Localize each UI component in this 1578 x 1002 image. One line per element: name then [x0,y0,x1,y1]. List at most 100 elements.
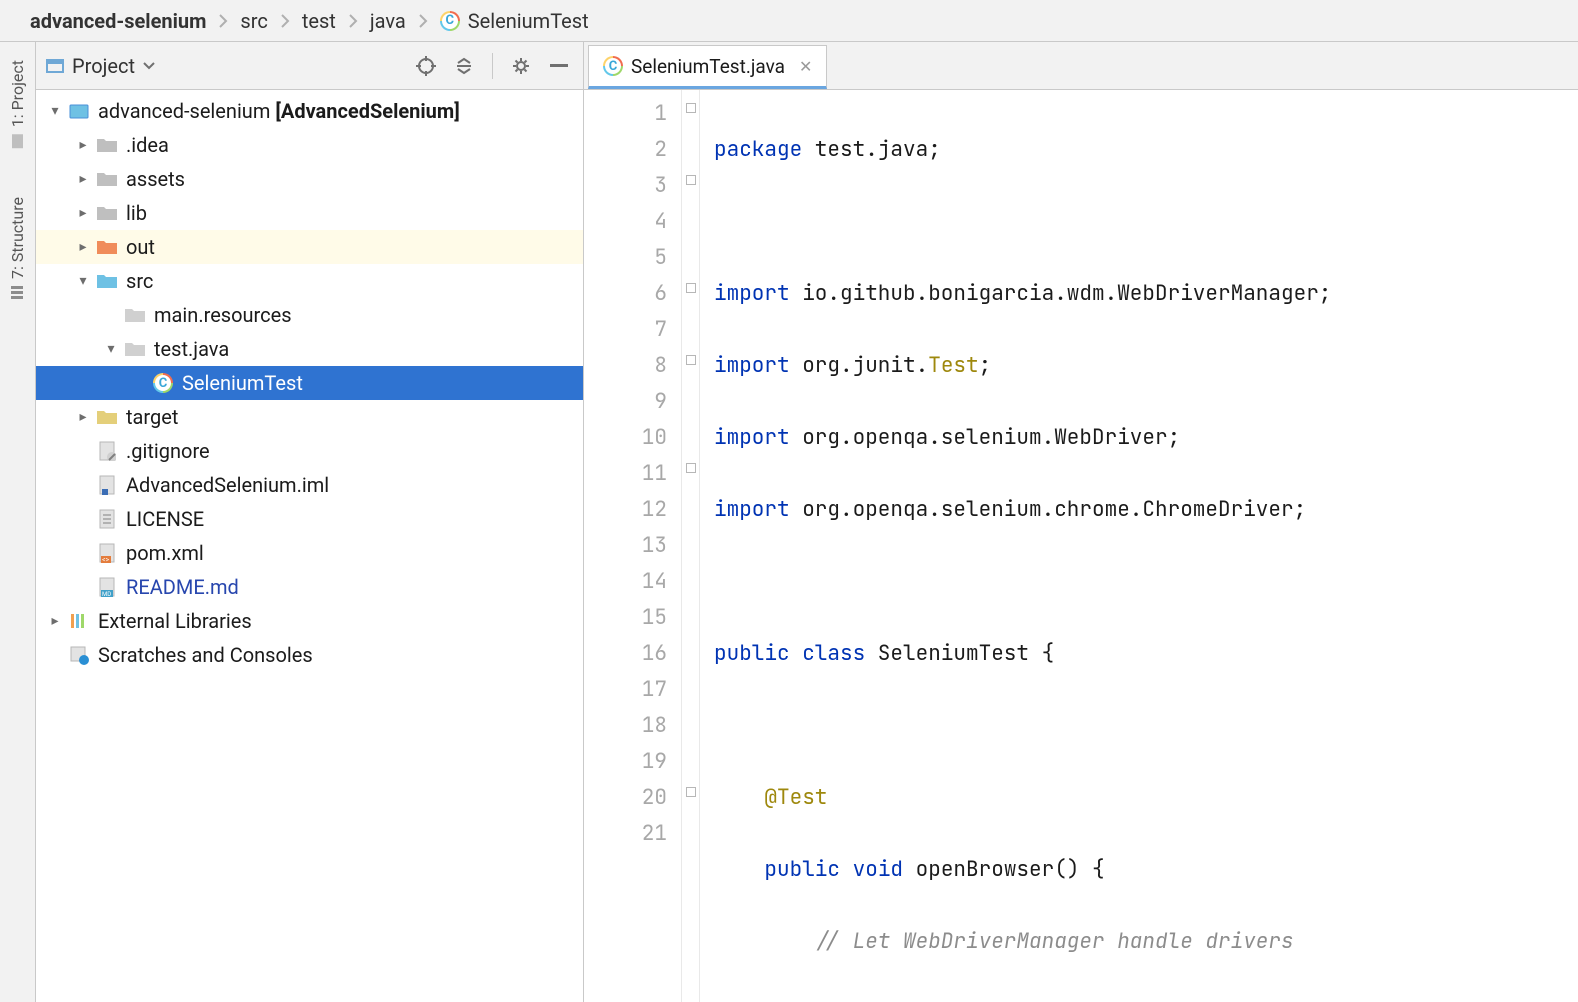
project-tree[interactable]: ▾ advanced-selenium [AdvancedSelenium] ▸… [36,90,583,1002]
tree-seleniumtest[interactable]: ▸SeleniumTest [36,366,583,400]
close-icon[interactable]: ✕ [799,57,812,76]
rail-structure[interactable]: 7: Structure [8,197,27,301]
tree-root-module: [AdvancedSelenium] [275,99,459,123]
crumb-java[interactable]: java [364,9,412,33]
code-text: org.junit. [790,352,929,379]
java-class-icon [603,56,623,76]
tree-root[interactable]: ▾ advanced-selenium [AdvancedSelenium] [36,94,583,128]
code-body[interactable]: package test.java; import io.github.boni… [700,90,1331,1002]
tree-iml[interactable]: ▸AdvancedSelenium.iml [36,468,583,502]
folder-icon [125,307,145,323]
tree-label: .gitignore [126,439,210,463]
tree-readme[interactable]: ▸MDREADME.md [36,570,583,604]
project-title[interactable]: Project [46,54,155,78]
annotation: @Test [714,784,827,811]
line-number[interactable]: 20 [584,780,667,816]
line-number[interactable]: 21 [584,816,667,852]
tree-idea[interactable]: ▸.idea [36,128,583,162]
rail-project[interactable]: 1: Project [8,60,27,149]
crumb-src[interactable]: src [234,9,273,33]
line-number[interactable]: 17 [584,672,667,708]
line-number[interactable]: 4 [584,204,667,240]
tree-label: pom.xml [126,541,204,565]
line-number[interactable]: 13 [584,528,667,564]
tree-mainres[interactable]: ▸main.resources [36,298,583,332]
expand-icon [455,57,473,75]
hide-button[interactable] [545,52,573,80]
line-number[interactable]: 19 [584,744,667,780]
kw-import: import [714,352,790,379]
code-text: SeleniumTest { [865,640,1054,667]
code-text: org.openqa.selenium.chrome.ChromeDriver; [790,496,1307,523]
code-editor[interactable]: 1 2 3 4 5 6 7 8 9 10 11 12 13 14 15 16 1… [584,90,1578,1002]
line-number-run[interactable]: 8 [584,348,667,384]
tree-gitignore[interactable]: ▸.gitignore [36,434,583,468]
folder-icon [97,273,117,289]
line-number[interactable]: 18 [584,708,667,744]
kw-package: package [714,136,802,163]
chevron-right-icon [418,13,428,29]
tree-label: out [126,235,155,259]
code-text: test.java; [802,136,941,163]
fold-gutter[interactable] [682,90,700,1002]
tree-pom[interactable]: ▸<>pom.xml [36,536,583,570]
tree-ext-libs[interactable]: ▸External Libraries [36,604,583,638]
kw-import: import [714,424,790,451]
tree-label: assets [126,167,185,191]
folder-icon [125,341,145,357]
line-number[interactable]: 6 [584,276,667,312]
file-icon [98,441,116,461]
tree-root-name: advanced-selenium [98,99,270,123]
line-number[interactable]: 12 [584,492,667,528]
editor-area: SeleniumTest.java ✕ 1 2 3 4 5 6 7 8 9 10… [584,42,1578,1002]
locate-button[interactable] [412,52,440,80]
line-number[interactable]: 14 [584,564,667,600]
file-icon: <> [98,543,116,563]
tree-testjava[interactable]: ▾test.java [36,332,583,366]
line-number[interactable]: 9 [584,384,667,420]
left-rail: 1: Project 7: Structure [0,42,36,1002]
expand-all-button[interactable] [450,52,478,80]
tree-lib[interactable]: ▸lib [36,196,583,230]
crumb-root[interactable]: advanced-selenium [24,9,212,33]
crumb-file-label: SeleniumTest [468,9,589,33]
line-number[interactable]: 5 [584,240,667,276]
svg-text:MD: MD [102,591,111,597]
libraries-icon [69,612,89,630]
folder-icon [97,239,117,255]
crumb-test[interactable]: test [296,9,342,33]
folder-icon [97,409,117,425]
code-text: Test [928,352,978,379]
module-icon [69,102,89,120]
tree-license[interactable]: ▸LICENSE [36,502,583,536]
line-number[interactable]: 2 [584,132,667,168]
tree-label: test.java [154,337,229,361]
java-class-icon [153,373,173,393]
code-text: ; [979,352,992,379]
line-number[interactable]: 1 [584,96,667,132]
line-number[interactable]: 16 [584,636,667,672]
folder-icon [97,137,117,153]
tree-assets[interactable]: ▸assets [36,162,583,196]
tree-src[interactable]: ▾src [36,264,583,298]
code-text: openBrowser() { [903,856,1105,883]
project-title-label: Project [72,54,135,78]
kw-void: void [853,856,903,883]
settings-button[interactable] [507,52,535,80]
project-panel: Project ▾ advanced-selenium [36,42,584,1002]
tree-target[interactable]: ▸target [36,400,583,434]
tree-out[interactable]: ▸out [36,230,583,264]
line-number[interactable]: 7 [584,312,667,348]
line-number-run[interactable]: 11 [584,456,667,492]
breadcrumb: advanced-selenium src test java Selenium… [0,0,1578,42]
tree-label: README.md [126,575,239,599]
line-number[interactable]: 3 [584,168,667,204]
tree-scratches[interactable]: ▸Scratches and Consoles [36,638,583,672]
gutter[interactable]: 1 2 3 4 5 6 7 8 9 10 11 12 13 14 15 16 1… [584,90,682,1002]
tab-seleniumtest[interactable]: SeleniumTest.java ✕ [588,45,827,89]
java-class-icon [440,11,460,31]
crumb-file[interactable]: SeleniumTest [434,9,595,33]
line-number[interactable]: 15 [584,600,667,636]
line-number[interactable]: 10 [584,420,667,456]
target-icon [416,56,436,76]
